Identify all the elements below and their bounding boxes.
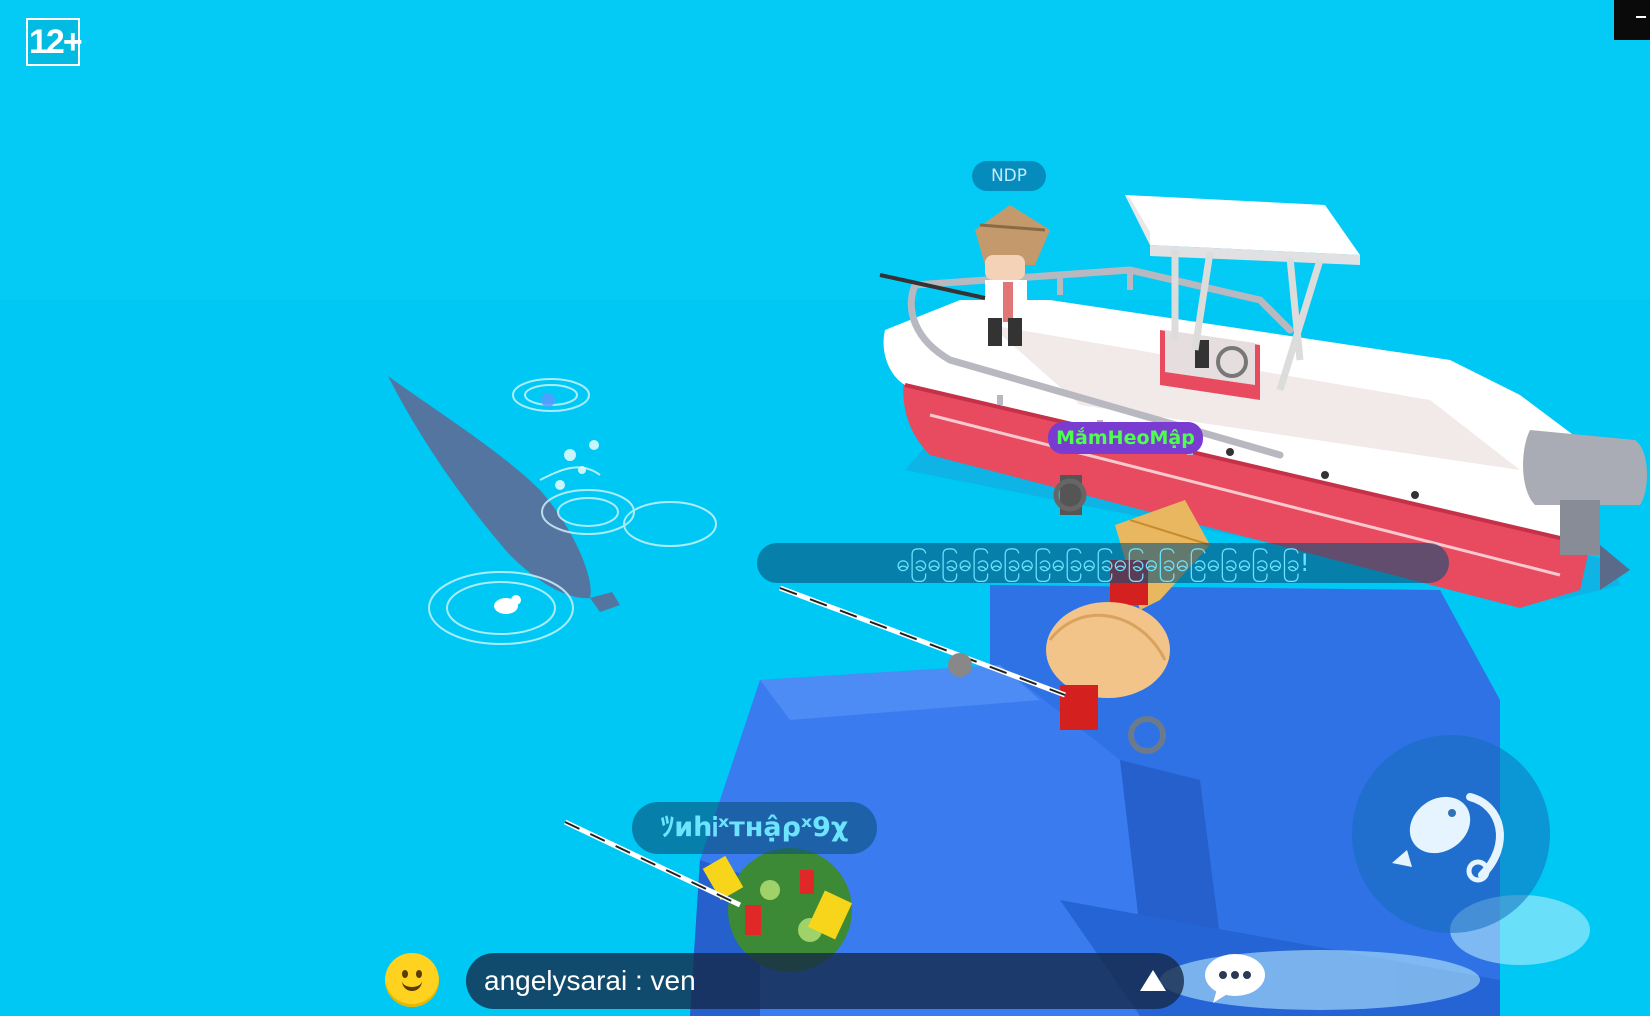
chat-last-message: angelysarai : ven (484, 965, 696, 996)
fishing-action-button[interactable] (1352, 735, 1550, 933)
fishing-rod-fish-icon (1392, 793, 1504, 883)
speech-bubble-icon (1205, 954, 1265, 1003)
minus-icon (1636, 16, 1646, 18)
minimize-button[interactable] (1614, 0, 1650, 40)
chat-button[interactable] (1203, 951, 1267, 1007)
player-name-ndp: NDP (972, 161, 1046, 191)
eye-left (402, 970, 408, 978)
player-name-mamheomap: MắmHeoMập (1048, 422, 1203, 454)
player-name-third: ﾂиhᎥˣтнậρˣ9χ (632, 802, 877, 854)
player-chat-bubble: ဓခြဓခြဓခြဓခြဓခြဓခြဓခြဓခြဓခြဓခြဓခြဓခြဓခြ! (757, 543, 1449, 583)
game-scene[interactable]: 12+ NDP MắmHeoMập ဓခြဓခြဓခြဓခြဓခြဓခြဓခြဓ… (0, 0, 1650, 1016)
age-rating-badge: 12+ (26, 18, 83, 66)
emoji-button[interactable] (385, 953, 439, 1007)
chat-bar[interactable]: angelysarai : ven (466, 953, 1184, 1009)
eye-right (416, 970, 422, 978)
triangle-up-icon[interactable] (1138, 967, 1168, 995)
mouth (402, 979, 422, 991)
